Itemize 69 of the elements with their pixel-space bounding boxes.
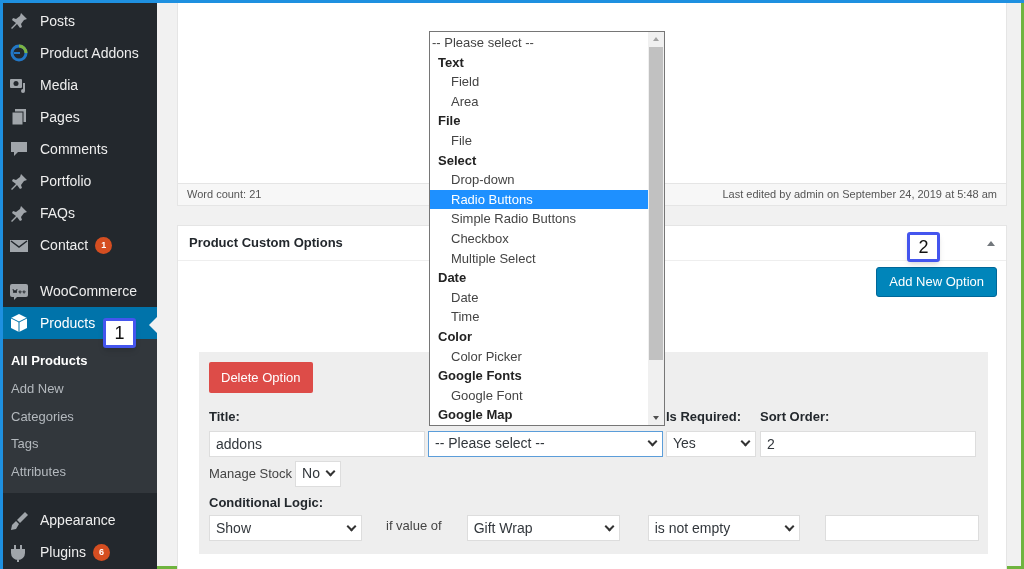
select-field[interactable]: Gift Wrap <box>466 515 620 541</box>
field-label: Conditional Logic: <box>209 493 325 512</box>
sidebar-item[interactable]: WooCommerce <box>3 275 157 308</box>
select-field[interactable]: -- Please select -- <box>428 430 663 457</box>
dropdown-option[interactable]: Drop-down <box>430 170 648 190</box>
pin-icon <box>9 171 29 192</box>
sidebar-item[interactable]: Comments <box>3 133 157 166</box>
dropdown-option[interactable]: Google Font <box>430 385 648 406</box>
dropdown-option[interactable]: Area <box>430 91 648 112</box>
sidebar-item[interactable]: FAQs <box>3 197 157 230</box>
sidebar-item[interactable]: Plugins 6 <box>3 536 157 569</box>
dropdown-option[interactable]: Multiple Select <box>430 248 648 269</box>
box-icon <box>9 313 29 334</box>
dropdown-option[interactable]: Checkbox <box>430 228 648 249</box>
sidebar-item[interactable]: Posts <box>3 5 157 38</box>
option-group-label: Date <box>437 269 468 288</box>
field-label: Sort Order: <box>760 408 831 426</box>
text-input[interactable]: 2 <box>760 430 976 457</box>
text-input[interactable]: addons <box>209 430 425 457</box>
sidebar-item[interactable]: Contact 1 <box>3 229 157 262</box>
select-field[interactable]: No <box>295 460 342 487</box>
dropdown-option[interactable]: -- Please select -- <box>430 33 648 53</box>
add-option-button[interactable]: Add New Option <box>876 267 997 297</box>
panel-title: Product Custom Options <box>189 234 343 253</box>
callout-tooltip: 1 <box>103 318 136 348</box>
option-group-label: Text <box>437 53 465 72</box>
option-group-label: Select <box>437 151 478 170</box>
option-group-label: Google Fonts <box>437 367 523 386</box>
option-group-label: File <box>437 112 462 131</box>
paintbrush-icon <box>9 510 29 531</box>
sidebar-item[interactable]: Pages <box>3 101 157 134</box>
submenu-item[interactable]: Tags <box>3 430 157 458</box>
text-input[interactable] <box>824 515 979 541</box>
submenu-item[interactable]: All Products <box>3 347 157 375</box>
pin-icon <box>9 203 29 224</box>
select-field[interactable]: is not empty <box>647 515 800 541</box>
field-label: Is Required: <box>666 408 743 426</box>
dropdown-option[interactable]: File <box>430 130 648 151</box>
dropdown-option[interactable]: Simple Radio Buttons <box>430 209 648 229</box>
select-field[interactable]: Yes <box>666 430 756 457</box>
option-group-label: Color <box>437 327 473 346</box>
sidebar-item[interactable]: Portfolio <box>3 165 157 198</box>
if-value-text: if value of <box>386 517 442 535</box>
pages-icon <box>9 107 29 128</box>
submenu-item[interactable]: Add New <box>3 374 157 403</box>
option-group-label: Google Map <box>437 406 514 425</box>
last-edited-text: Last edited by admin on September 24, 2019 at 5:48 am <box>722 187 997 203</box>
dropdown-option[interactable]: Field <box>430 72 648 92</box>
scrollbar[interactable] <box>648 32 664 425</box>
dropdown-option[interactable]: Time <box>430 307 648 327</box>
dropdown-option[interactable]: Date <box>430 287 648 308</box>
collapse-toggle-icon[interactable] <box>987 240 995 246</box>
pin-icon <box>9 11 29 32</box>
sidebar-item[interactable]: Appearance <box>3 504 157 537</box>
dropdown-option[interactable]: Color Picker <box>430 346 648 367</box>
woo-logo-icon <box>9 281 29 302</box>
submenu-item[interactable]: Attributes <box>3 457 157 486</box>
field-label: Manage Stock <box>209 464 293 483</box>
sidebar-item[interactable]: Product Addons <box>3 37 157 70</box>
ring-logo-icon <box>9 43 29 64</box>
select-field[interactable]: Show <box>209 515 362 541</box>
field-label: Title: <box>209 408 241 426</box>
word-count: Word count: 21 <box>187 187 262 203</box>
count-badge: 6 <box>92 544 110 562</box>
sidebar-item[interactable]: Media <box>3 69 157 102</box>
callout-tooltip: 2 <box>907 232 940 262</box>
count-badge: 1 <box>95 237 113 255</box>
delete-option-button[interactable]: Delete Option <box>209 362 313 393</box>
submenu-item[interactable]: Categories <box>3 402 157 431</box>
